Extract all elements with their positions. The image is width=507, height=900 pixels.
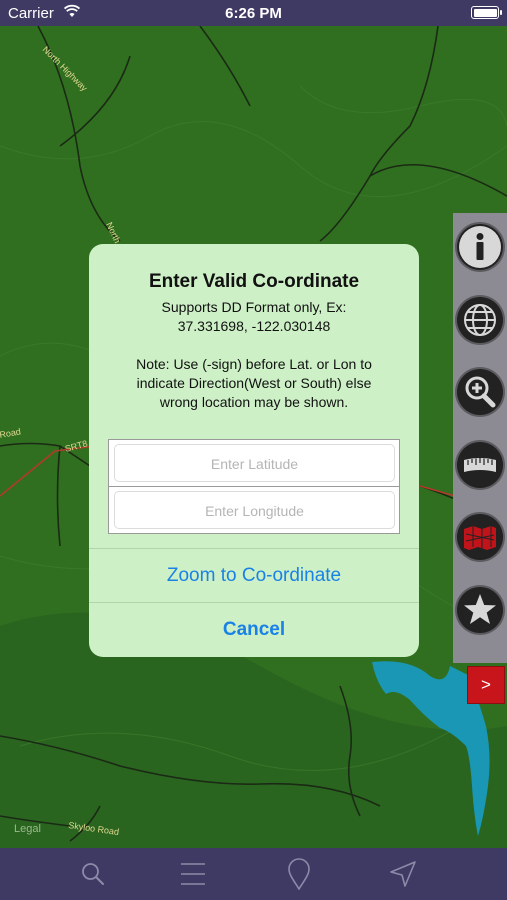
map-tools-panel xyxy=(453,213,507,663)
favorites-button[interactable] xyxy=(457,587,503,633)
info-icon xyxy=(459,226,501,268)
map-layers-button[interactable] xyxy=(457,514,503,560)
zoom-in-button[interactable] xyxy=(457,369,503,415)
status-time: 6:26 PM xyxy=(225,5,282,22)
star-icon xyxy=(459,589,501,631)
dialog-message: Supports DD Format only, Ex: 37.331698, … xyxy=(103,298,405,412)
location-arrow-icon xyxy=(390,861,416,887)
battery-icon xyxy=(471,6,502,19)
zoom-in-icon xyxy=(459,371,501,413)
dialog-message-line: wrong location may be shown. xyxy=(159,394,349,410)
expand-toolbar-button[interactable]: > xyxy=(467,666,505,704)
longitude-input[interactable]: Enter Longitude xyxy=(114,491,395,529)
latitude-input[interactable]: Enter Latitude xyxy=(114,444,395,482)
tab-location[interactable] xyxy=(386,858,420,890)
tab-bar xyxy=(0,848,507,900)
tab-menu[interactable] xyxy=(176,858,210,890)
coordinate-fields: Enter Latitude Enter Longitude xyxy=(108,439,400,534)
globe-button[interactable] xyxy=(457,297,503,343)
legal-link[interactable]: Legal xyxy=(14,823,41,835)
ruler-icon xyxy=(459,444,501,486)
menu-icon xyxy=(181,863,205,885)
dialog-message-line: indicate Direction(West or South) else xyxy=(136,375,372,391)
pin-icon xyxy=(288,858,310,890)
search-icon xyxy=(82,863,104,885)
dialog-message-line: Supports DD Format only, Ex: xyxy=(161,299,347,315)
map-layers-icon xyxy=(459,516,501,558)
tab-search[interactable] xyxy=(76,858,110,890)
globe-icon xyxy=(459,299,501,341)
info-button[interactable] xyxy=(457,224,503,270)
dialog-message-line: 37.331698, -122.030148 xyxy=(177,318,331,334)
status-bar: Carrier 6:26 PM xyxy=(0,0,507,26)
coordinate-dialog: Enter Valid Co-ordinate Supports DD Form… xyxy=(89,244,419,657)
ruler-button[interactable] xyxy=(457,442,503,488)
tab-pin[interactable] xyxy=(282,858,316,890)
zoom-to-coordinate-button[interactable]: Zoom to Co-ordinate xyxy=(89,549,419,603)
dialog-title: Enter Valid Co-ordinate xyxy=(148,271,360,292)
cancel-button[interactable]: Cancel xyxy=(89,603,419,657)
dialog-message-line: Note: Use (-sign) before Lat. or Lon to xyxy=(136,356,372,372)
